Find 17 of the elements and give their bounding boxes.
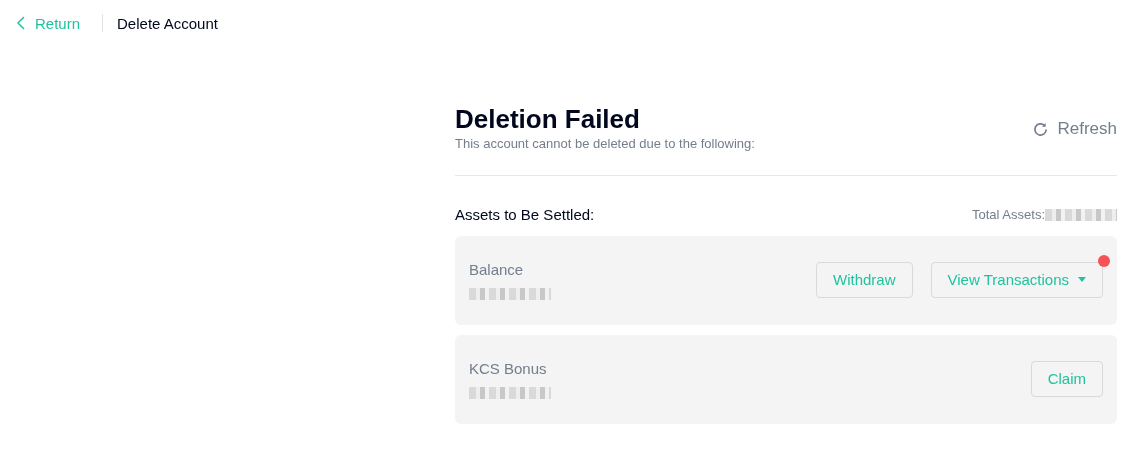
- asset-name: KCS Bonus: [469, 360, 548, 377]
- dropdown-button[interactable]: View Transactions: [930, 261, 1103, 298]
- total-assets-label: Total Assets:: [972, 207, 1045, 222]
- chevron-left-icon: [17, 16, 25, 30]
- refresh-icon: [1032, 120, 1050, 138]
- return-link[interactable]: Return: [17, 14, 81, 32]
- page-title: Delete Account: [117, 14, 218, 32]
- asset-name: Balance: [469, 261, 525, 278]
- status-message: This account cannot be deleted due to the following:: [455, 136, 755, 151]
- action-button[interactable]: Claim: [1030, 360, 1103, 397]
- refresh-button[interactable]: Refresh: [1032, 119, 1117, 139]
- section-heading: Assets to Be Settled:: [455, 206, 595, 223]
- blurred-value: [1045, 208, 1117, 221]
- caret-down-icon: [1078, 277, 1086, 282]
- action-button[interactable]: Withdraw: [816, 261, 913, 298]
- status-title: Deletion Failed: [455, 104, 641, 134]
- notification-dot: [1098, 254, 1110, 267]
